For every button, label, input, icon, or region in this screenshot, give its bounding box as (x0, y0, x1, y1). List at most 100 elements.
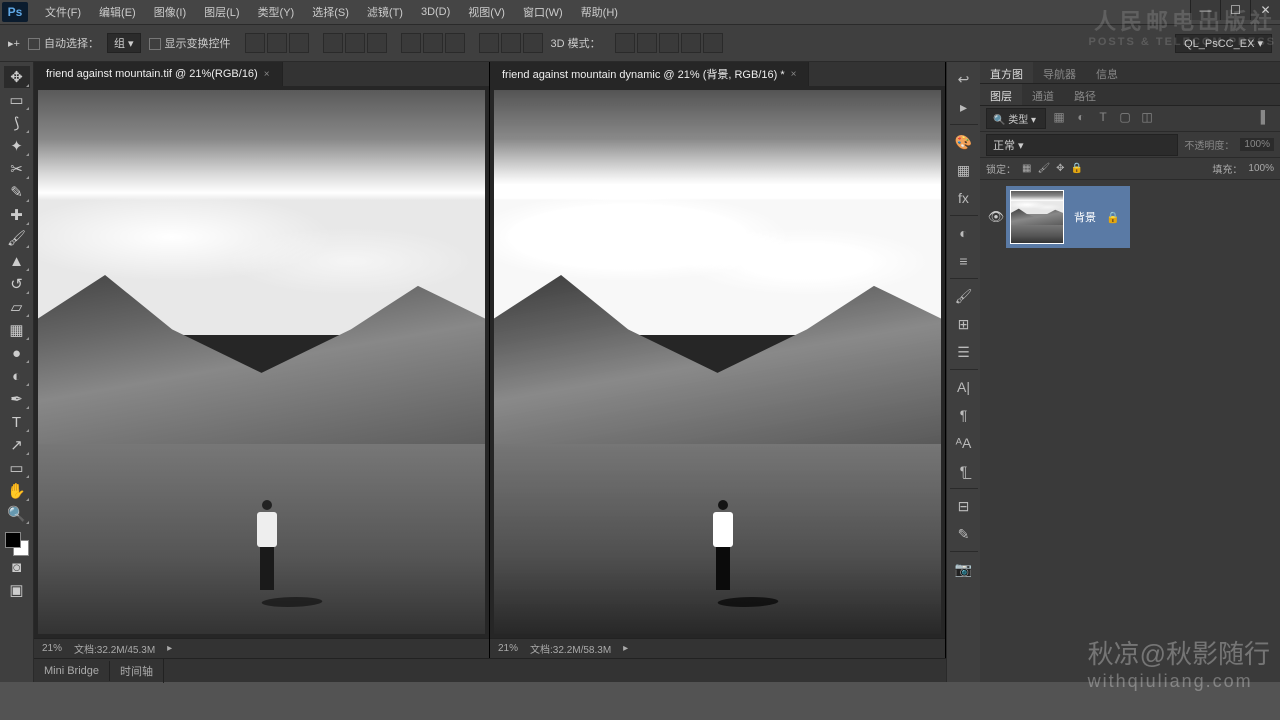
lock-pixels-icon[interactable]: 🖌 (1037, 163, 1050, 174)
healing-tool[interactable]: ✚ (4, 204, 30, 226)
color-swatch[interactable] (5, 532, 29, 556)
menu-select[interactable]: 选择(S) (303, 4, 358, 20)
adjustments-icon[interactable]: ◐ (952, 222, 976, 244)
filter-smart-icon[interactable]: ◫ (1138, 110, 1156, 128)
distribute-icon[interactable] (501, 33, 521, 53)
menu-type[interactable]: 类型(Y) (249, 4, 304, 20)
history-icon[interactable]: ↩ (952, 68, 976, 90)
para-styles-icon[interactable]: ¶̲ (952, 460, 976, 482)
filter-adjust-icon[interactable]: ◐ (1072, 110, 1090, 128)
auto-select-checkbox[interactable] (28, 38, 40, 50)
3d-icon[interactable] (615, 33, 635, 53)
camera-icon[interactable]: 📷 (952, 558, 976, 580)
actions-icon[interactable]: ▸ (952, 96, 976, 118)
brush-icon[interactable]: 🖌 (952, 285, 976, 307)
distribute-icon[interactable] (423, 33, 443, 53)
auto-select-dropdown[interactable]: 组 ▾ (107, 33, 141, 53)
hand-tool[interactable]: ✋ (4, 480, 30, 502)
distribute-icon[interactable] (479, 33, 499, 53)
layer-visibility-icon[interactable]: 👁 (986, 209, 1006, 225)
paths-tab[interactable]: 路径 (1064, 84, 1106, 105)
paragraph-icon[interactable]: ¶ (952, 404, 976, 426)
document-tab-1[interactable]: friend against mountain.tif @ 21%(RGB/16… (34, 62, 283, 86)
channels-tab[interactable]: 通道 (1022, 84, 1064, 105)
swatches-icon[interactable]: ▦ (952, 159, 976, 181)
3d-icon[interactable] (703, 33, 723, 53)
status-arrow-icon[interactable]: ▸ (623, 643, 628, 654)
layers-tab[interactable]: 图层 (980, 84, 1022, 105)
minimize-button[interactable]: — (1190, 0, 1220, 20)
align-icon[interactable] (289, 33, 309, 53)
layer-background[interactable]: 背景 🔒 (1006, 186, 1130, 248)
styles-icon[interactable]: fx (952, 187, 976, 209)
history-brush-tool[interactable]: ↺ (4, 273, 30, 295)
blur-tool[interactable]: ● (4, 342, 30, 364)
navigator-tab[interactable]: 导航器 (1033, 62, 1086, 83)
mini-bridge-tab[interactable]: Mini Bridge (34, 661, 110, 681)
3d-icon[interactable] (637, 33, 657, 53)
maximize-button[interactable]: ☐ (1220, 0, 1250, 20)
menu-filter[interactable]: 滤镜(T) (358, 4, 412, 20)
distribute-icon[interactable] (523, 33, 543, 53)
lasso-tool[interactable]: ⟆ (4, 112, 30, 134)
lock-transparency-icon[interactable]: ▦ (1022, 163, 1031, 174)
eraser-tool[interactable]: ▱ (4, 296, 30, 318)
distribute-icon[interactable] (401, 33, 421, 53)
dodge-tool[interactable]: ◐ (4, 365, 30, 387)
close-tab-icon[interactable]: × (264, 69, 270, 80)
align-icon[interactable] (267, 33, 287, 53)
align-icon[interactable] (367, 33, 387, 53)
menu-edit[interactable]: 编辑(E) (90, 4, 145, 20)
menu-window[interactable]: 窗口(W) (514, 4, 572, 20)
fill-value[interactable]: 100% (1248, 163, 1274, 174)
eyedropper-tool[interactable]: ✎ (4, 181, 30, 203)
opacity-value[interactable]: 100% (1240, 138, 1274, 151)
filter-pixel-icon[interactable]: ▦ (1050, 110, 1068, 128)
show-transform-checkbox[interactable] (149, 38, 161, 50)
align-icon[interactable] (245, 33, 265, 53)
tool-presets-icon[interactable]: ☰ (952, 341, 976, 363)
lock-all-icon[interactable]: 🔒 (1071, 163, 1083, 174)
gradient-tool[interactable]: ▦ (4, 319, 30, 341)
zoom-tool[interactable]: 🔍 (4, 503, 30, 525)
filter-shape-icon[interactable]: ▢ (1116, 110, 1134, 128)
character-icon[interactable]: A| (952, 376, 976, 398)
screen-mode-toggle[interactable]: ▣ (4, 579, 30, 601)
zoom-level[interactable]: 21% (498, 643, 518, 654)
doc-size[interactable]: 文档:32.2M/45.3M (74, 641, 155, 656)
type-tool[interactable]: T (4, 411, 30, 433)
layer-thumbnail[interactable] (1010, 190, 1064, 244)
3d-icon[interactable] (659, 33, 679, 53)
menu-file[interactable]: 文件(F) (36, 4, 90, 20)
histogram-tab[interactable]: 直方图 (980, 62, 1033, 83)
doc-size[interactable]: 文档:32.2M/58.3M (530, 641, 611, 656)
menu-layer[interactable]: 图层(L) (195, 4, 248, 20)
move-tool[interactable]: ✥ (4, 66, 30, 88)
stamp-tool[interactable]: ▲ (4, 250, 30, 272)
pen-tool[interactable]: ✒ (4, 388, 30, 410)
info-tab[interactable]: 信息 (1086, 62, 1128, 83)
menu-help[interactable]: 帮助(H) (572, 4, 627, 20)
distribute-icon[interactable] (445, 33, 465, 53)
layer-comps-icon[interactable]: ⊟ (952, 495, 976, 517)
close-tab-icon[interactable]: × (791, 69, 797, 80)
clone-source-icon[interactable]: ⊞ (952, 313, 976, 335)
path-tool[interactable]: ↗ (4, 434, 30, 456)
document-tab-2[interactable]: friend against mountain dynamic @ 21% (背… (490, 62, 809, 86)
align-icon[interactable] (345, 33, 365, 53)
layer-name[interactable]: 背景 (1074, 209, 1096, 225)
blend-mode-dropdown[interactable]: 正常 ▾ (986, 134, 1178, 156)
menu-image[interactable]: 图像(I) (145, 4, 195, 20)
color-icon[interactable]: 🎨 (952, 131, 976, 153)
workspace-selector[interactable]: QL_PsCC_EX ▾ (1175, 34, 1272, 53)
magic-wand-tool[interactable]: ✦ (4, 135, 30, 157)
menu-view[interactable]: 视图(V) (459, 4, 514, 20)
layer-filter-kind[interactable]: 🔍 类型 ▾ (986, 108, 1046, 129)
char-styles-icon[interactable]: ᴬA (952, 432, 976, 454)
notes-icon[interactable]: ✎ (952, 523, 976, 545)
marquee-tool[interactable]: ▭ (4, 89, 30, 111)
canvas-2[interactable] (490, 86, 945, 638)
lock-position-icon[interactable]: ✥ (1056, 163, 1064, 174)
filter-type-icon[interactable]: T (1094, 110, 1112, 128)
quick-mask-toggle[interactable]: ◙ (4, 556, 30, 578)
